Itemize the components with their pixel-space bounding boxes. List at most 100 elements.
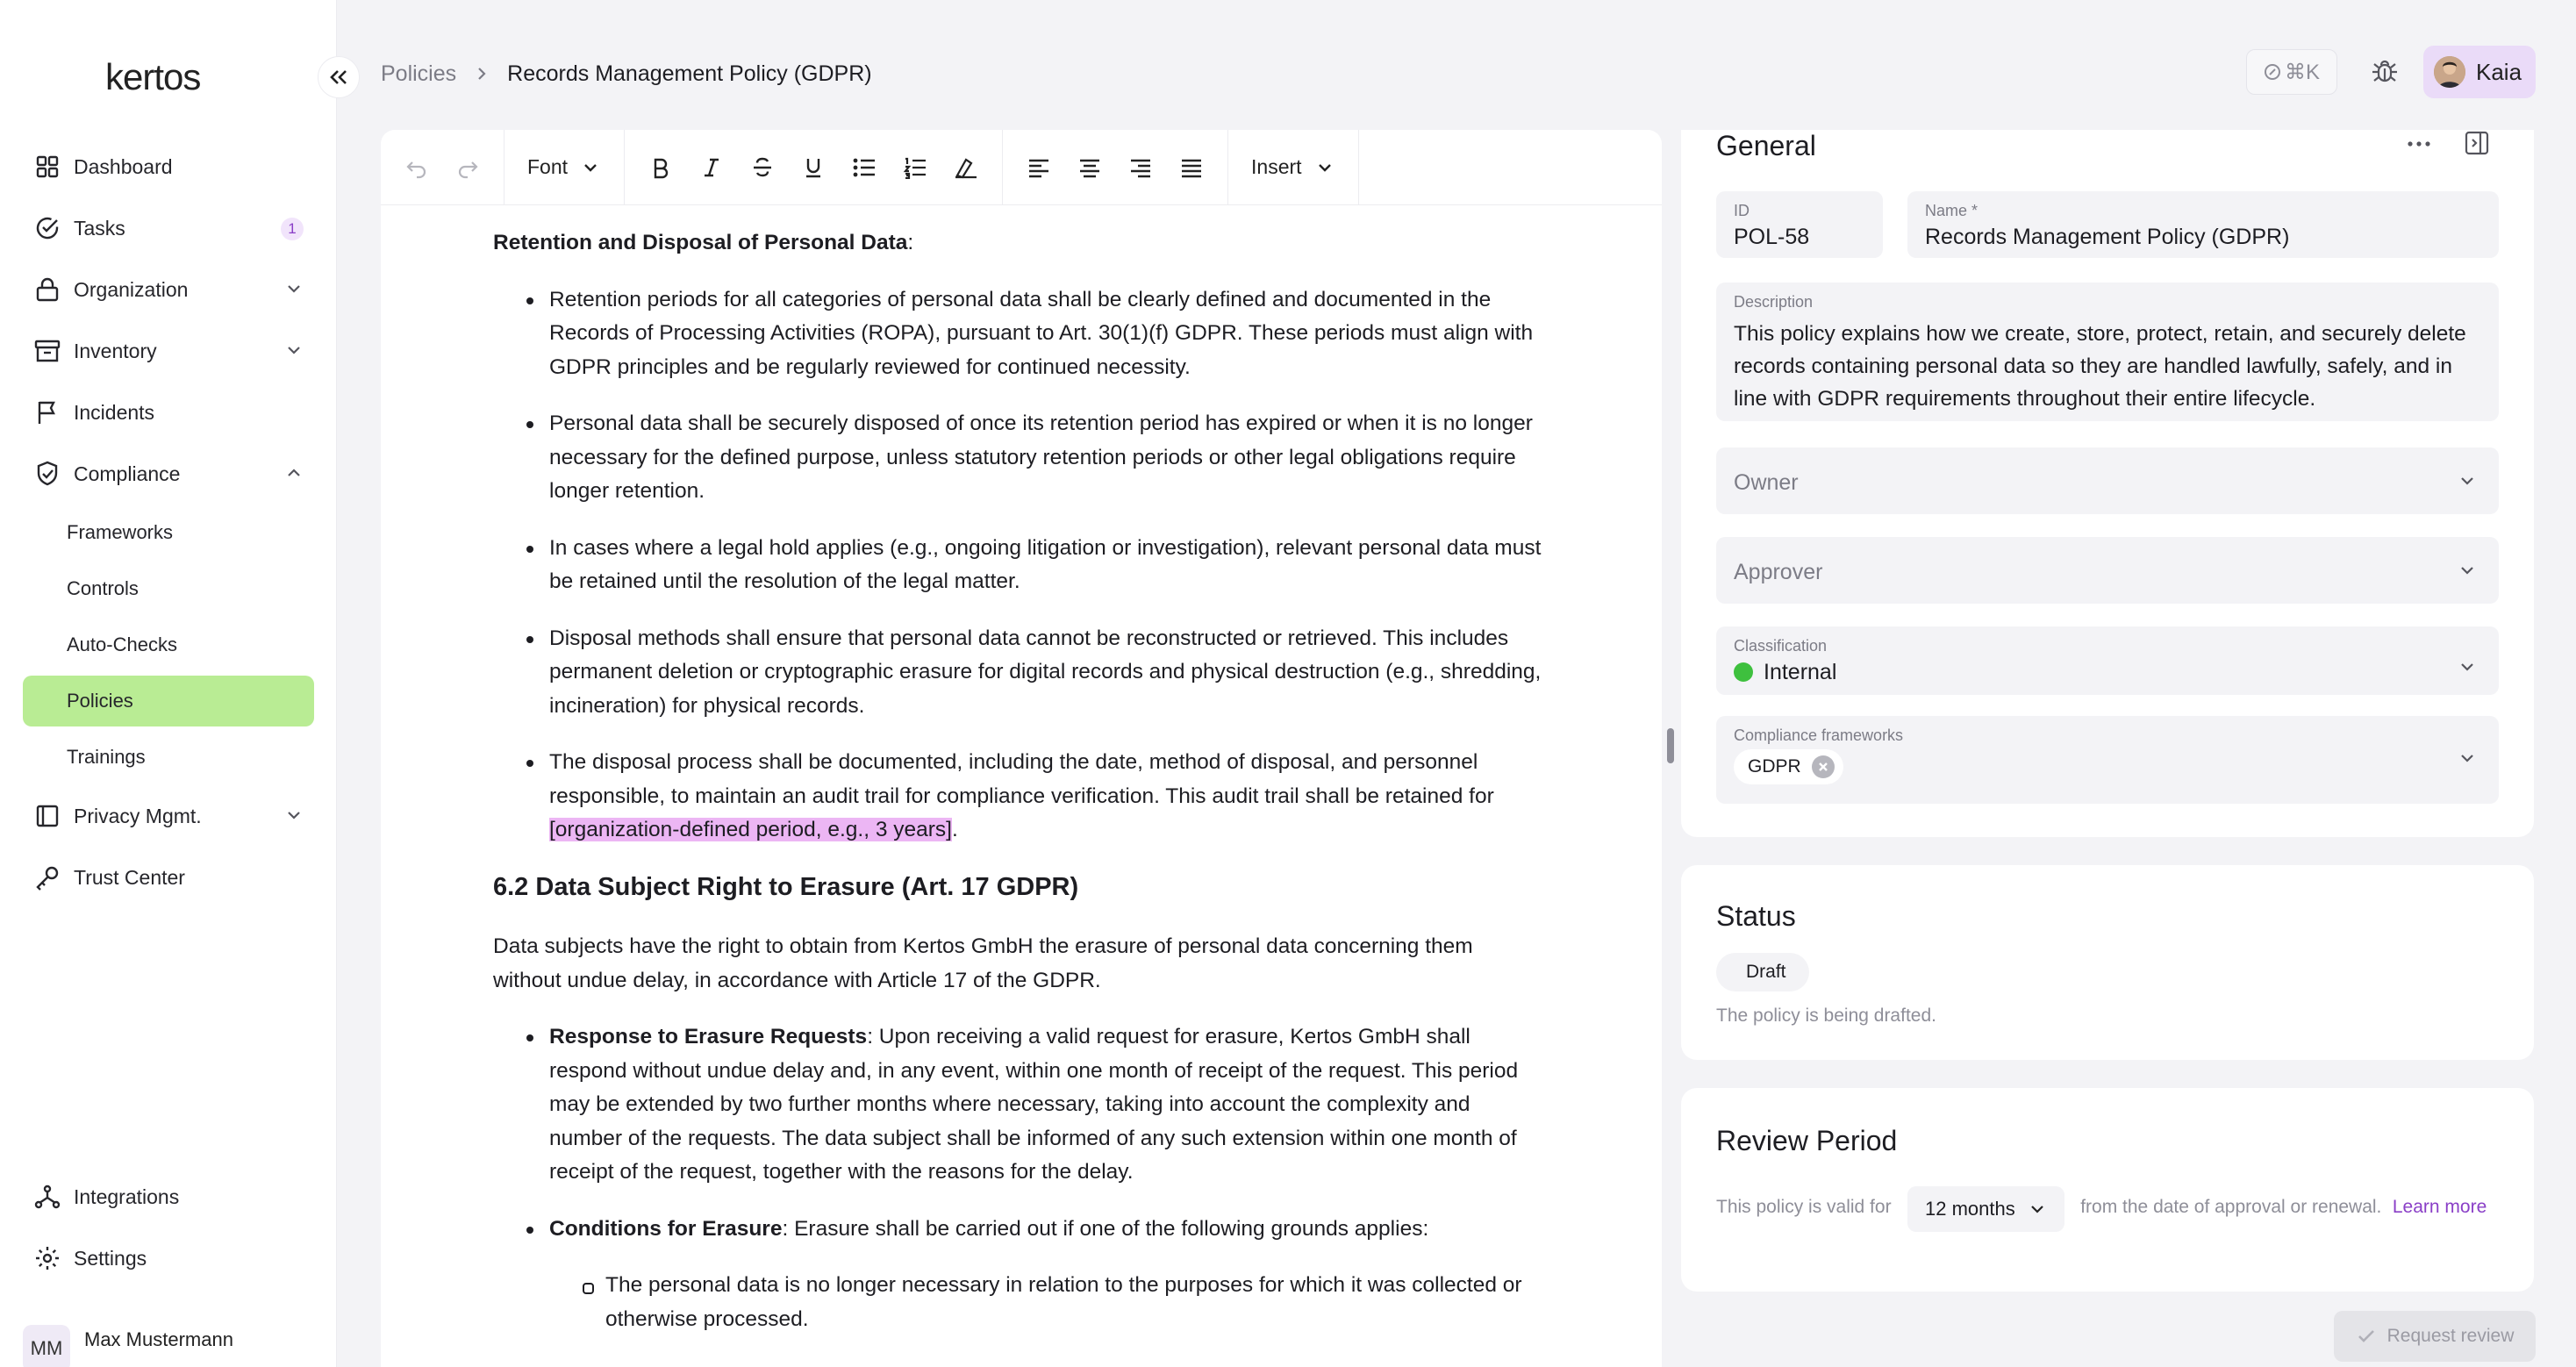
chevron-down-icon <box>2457 560 2478 581</box>
general-card: General ID POL-58 Name * Records Managem… <box>1681 130 2534 837</box>
classification-label: Classification <box>1734 637 1828 655</box>
request-review-label: Request review <box>2386 1326 2515 1346</box>
bold-button[interactable] <box>635 142 686 193</box>
name-field[interactable]: Name * Records Management Policy (GDPR) <box>1907 191 2499 258</box>
panel-resize-handle[interactable] <box>1667 728 1674 763</box>
owner-select[interactable]: Owner <box>1716 447 2499 514</box>
frameworks-select[interactable]: Compliance frameworks GDPR <box>1716 716 2499 804</box>
bullet-list-button[interactable] <box>839 142 890 193</box>
insert-dropdown[interactable]: Insert <box>1239 155 1348 179</box>
retention-list: Retention periods for all categories of … <box>493 283 1546 848</box>
learn-more-link[interactable]: Learn more <box>2393 1197 2487 1217</box>
conditions-sublist: The personal data is no longer necessary… <box>549 1269 1546 1336</box>
erasure-list: Response to Erasure Requests: Upon recei… <box>493 1020 1546 1336</box>
chevron-right-icon <box>472 64 491 83</box>
sidebar: kertos Dashboard Tasks 1 Organization In… <box>0 0 337 1367</box>
more-options-icon[interactable] <box>2406 135 2432 153</box>
review-suffix: from the date of approval or renewal. <box>2080 1197 2382 1218</box>
align-left-button[interactable] <box>1013 142 1064 193</box>
chevron-down-icon <box>283 804 305 827</box>
font-group: Font <box>504 130 626 205</box>
italic-icon <box>700 156 723 179</box>
toggle-panel-icon[interactable] <box>2464 130 2490 156</box>
status-badge[interactable]: Draft <box>1716 953 1809 991</box>
align-center-icon <box>1078 157 1101 178</box>
sidebar-item-organization[interactable]: Organization <box>23 261 314 318</box>
align-justify-icon <box>1180 157 1203 178</box>
dashboard-icon <box>33 153 61 181</box>
format-group <box>625 130 1004 205</box>
inventory-icon <box>33 337 61 365</box>
align-right-icon <box>1129 157 1152 178</box>
clear-format-button[interactable] <box>941 142 991 193</box>
align-center-button[interactable] <box>1064 142 1115 193</box>
document-body[interactable]: Retention and Disposal of Personal Data:… <box>493 226 1546 1359</box>
breadcrumb-policies-link[interactable]: Policies <box>381 61 456 87</box>
section-heading-title: Retention and Disposal of Personal Data <box>493 231 908 254</box>
approver-select[interactable]: Approver <box>1716 537 2499 604</box>
align-justify-button[interactable] <box>1166 142 1217 193</box>
bug-icon[interactable] <box>2369 56 2401 88</box>
user-name: Max Mustermann <box>84 1328 233 1350</box>
sidebar-subitem-controls[interactable]: Controls <box>23 563 314 614</box>
italic-button[interactable] <box>686 142 737 193</box>
sidebar-subitem-frameworks[interactable]: Frameworks <box>23 507 314 558</box>
sidebar-item-trust-center[interactable]: Trust Center <box>23 849 314 905</box>
sidebar-subitem-trainings[interactable]: Trainings <box>23 732 314 783</box>
status-title: Status <box>1716 900 1796 932</box>
remove-tag-icon[interactable] <box>1811 755 1835 778</box>
sidebar-item-settings[interactable]: Settings <box>23 1230 314 1286</box>
document-paragraph: Data subjects have the right to obtain f… <box>493 934 1473 992</box>
sidebar-item-incidents[interactable]: Incidents <box>23 384 314 440</box>
section-heading: Retention and Disposal of Personal Data: <box>493 226 1546 261</box>
description-label: Description <box>1734 293 1814 311</box>
classification-value: Internal <box>1764 660 1837 684</box>
kertos-logo[interactable]: kertos <box>105 56 201 98</box>
list-item: In cases where a legal hold applies (e.g… <box>526 532 1546 599</box>
sidebar-item-label: Integrations <box>74 1184 180 1208</box>
frameworks-label: Compliance frameworks <box>1734 726 1904 744</box>
request-review-button[interactable]: Request review <box>2334 1311 2536 1362</box>
sidebar-subitem-policies[interactable]: Policies <box>23 676 314 726</box>
collapse-sidebar-button[interactable] <box>318 56 360 98</box>
bold-icon <box>649 156 672 179</box>
undo-button[interactable] <box>391 142 442 193</box>
check-icon <box>2356 1326 2377 1347</box>
insert-group: Insert <box>1228 130 1359 205</box>
sidebar-item-tasks[interactable]: Tasks 1 <box>23 200 314 256</box>
list-item-text: The disposal process shall be documented… <box>549 750 1494 808</box>
review-period-card: Review Period This policy is valid for 1… <box>1681 1088 2534 1292</box>
sidebar-item-privacy-mgmt[interactable]: Privacy Mgmt. <box>23 788 314 844</box>
sidebar-item-integrations[interactable]: Integrations <box>23 1169 314 1225</box>
sidebar-item-compliance[interactable]: Compliance <box>23 446 314 502</box>
user-menu-button[interactable]: Kaia <box>2423 46 2536 98</box>
user-profile[interactable]: MM Max Mustermann <box>23 1325 233 1367</box>
underline-button[interactable] <box>788 142 839 193</box>
framework-tag: GDPR <box>1734 749 1843 784</box>
insert-dropdown-label: Insert <box>1251 155 1302 178</box>
sidebar-item-inventory[interactable]: Inventory <box>23 323 314 379</box>
tasks-count-badge: 1 <box>281 218 304 240</box>
editor-toolbar: Font Insert <box>381 130 1662 205</box>
id-field[interactable]: ID POL-58 <box>1716 191 1883 258</box>
review-period-select[interactable]: 12 months <box>1907 1186 2064 1232</box>
sidebar-item-label: Trust Center <box>74 865 185 889</box>
list-item-title: Response to Erasure Requests <box>549 1025 868 1049</box>
description-field[interactable]: Description This policy explains how we … <box>1716 283 2499 421</box>
sidebar-item-dashboard[interactable]: Dashboard <box>23 139 314 195</box>
placeholder-highlight[interactable]: [organization-defined period, e.g., 3 ye… <box>549 818 952 841</box>
sidebar-subitem-auto-checks[interactable]: Auto-Checks <box>23 619 314 670</box>
strikethrough-button[interactable] <box>737 142 788 193</box>
classification-select[interactable]: Classification Internal <box>1716 626 2499 695</box>
status-dot-icon <box>1734 662 1753 682</box>
flag-icon <box>33 398 61 426</box>
font-dropdown[interactable]: Font <box>515 155 613 179</box>
general-title: General <box>1716 130 1816 161</box>
numbered-list-button[interactable] <box>890 142 941 193</box>
font-dropdown-label: Font <box>527 155 569 178</box>
command-search-button[interactable]: ⌘K <box>2246 49 2337 95</box>
align-right-button[interactable] <box>1115 142 1166 193</box>
strikethrough-icon <box>751 156 774 179</box>
review-prefix: This policy is valid for <box>1716 1197 1892 1218</box>
redo-button[interactable] <box>442 142 493 193</box>
